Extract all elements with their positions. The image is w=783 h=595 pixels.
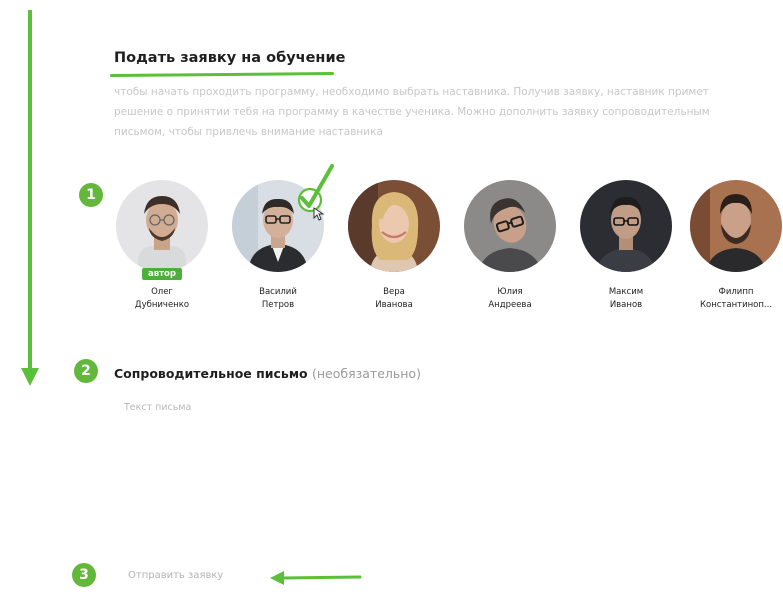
avatar bbox=[690, 180, 782, 272]
mentor-name: Олег Дубниченко bbox=[134, 287, 190, 310]
mentor-card[interactable]: Вера Иванова bbox=[344, 180, 444, 312]
optional-hint: (необязательно) bbox=[312, 366, 421, 381]
avatar bbox=[580, 180, 672, 272]
step-1-badge: 1 bbox=[79, 183, 103, 207]
mentor-name: Вера Иванова bbox=[375, 287, 413, 310]
mentor-name: Максим Иванов bbox=[608, 287, 644, 310]
mentor-name: Василий Петров bbox=[259, 287, 297, 310]
checkmark-icon bbox=[297, 164, 334, 221]
mentor-card[interactable]: автор Олег Дубниченко bbox=[112, 180, 212, 312]
avatar bbox=[464, 180, 556, 272]
arrow-left-icon bbox=[270, 571, 362, 585]
cover-letter-label: Сопроводительное письмо bbox=[114, 366, 308, 381]
cover-letter-input[interactable] bbox=[124, 402, 664, 532]
avatar bbox=[116, 180, 208, 272]
mentor-name: Юлия Андреева bbox=[488, 287, 532, 310]
mentor-name: Филипп Константиноп... bbox=[699, 287, 773, 310]
page-title: Подать заявку на обучение bbox=[114, 50, 346, 66]
cover-letter-title: Сопроводительное письмо (необязательно) bbox=[114, 366, 421, 381]
author-badge: автор bbox=[142, 268, 182, 280]
flow-arrow-icon bbox=[21, 10, 39, 386]
avatar bbox=[348, 180, 440, 272]
title-underline bbox=[109, 72, 335, 77]
mentor-card[interactable]: Юлия Андреева bbox=[460, 180, 560, 312]
mentor-card[interactable]: Максим Иванов bbox=[576, 180, 676, 312]
form-description: чтобы начать проходить программу, необхо… bbox=[114, 86, 710, 138]
mentor-card[interactable]: Филипп Константиноп... bbox=[686, 180, 783, 312]
submit-button[interactable]: Отправить заявку bbox=[128, 570, 223, 581]
step-3-badge: 3 bbox=[72, 563, 96, 587]
step-2-badge: 2 bbox=[74, 359, 98, 383]
